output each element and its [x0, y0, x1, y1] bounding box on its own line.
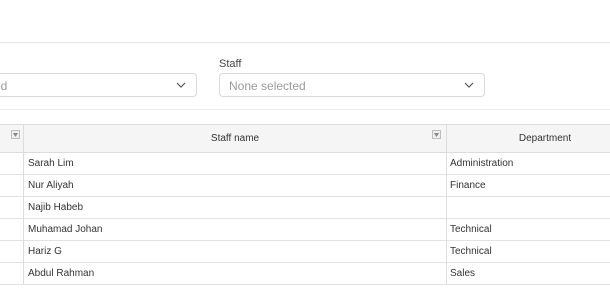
staff-name-cell: Sarah Lim — [28, 158, 74, 169]
staff-select[interactable]: None selected — [219, 73, 485, 97]
staff-filter-label: Staff — [219, 58, 242, 70]
header-divider — [0, 42, 610, 43]
table-row[interactable]: Sarah Lim Administration — [0, 153, 610, 175]
chevron-down-icon — [176, 82, 186, 88]
staff-name-cell: Nur Aliyah — [28, 180, 74, 191]
staff-select-value: None selected — [229, 79, 306, 93]
staff-name-filter-button[interactable] — [432, 130, 441, 139]
column-divider — [446, 124, 447, 285]
column-header-department[interactable]: Department — [446, 133, 610, 144]
table-row[interactable]: Nur Aliyah Finance — [0, 175, 610, 197]
staff-name-cell: Abdul Rahman — [28, 268, 95, 279]
chevron-down-icon — [464, 82, 474, 88]
department-cell: Finance — [450, 180, 486, 191]
staff-name-cell: Muhamad Johan — [28, 224, 103, 235]
column-filter-button[interactable] — [11, 130, 20, 139]
table-row[interactable]: Abdul Rahman Sales — [0, 263, 610, 285]
column-divider — [23, 124, 24, 285]
staff-name-cell: Najib Habeb — [28, 202, 84, 213]
staff-name-cell: Hariz G — [28, 246, 62, 257]
filter-select-left[interactable]: ed — [0, 73, 197, 97]
department-cell: Technical — [450, 246, 492, 257]
filter-divider — [0, 109, 610, 110]
filter-dropdown-icon — [13, 133, 18, 137]
column-header-staff-name[interactable]: Staff name — [24, 133, 446, 144]
department-cell: Technical — [450, 224, 492, 235]
filter-dropdown-icon — [434, 133, 439, 137]
table-row[interactable]: Najib Habeb — [0, 197, 610, 219]
department-cell: Sales — [450, 268, 476, 279]
table-row[interactable]: Hariz G Technical — [0, 241, 610, 263]
department-cell: Administration — [450, 158, 514, 169]
table-row[interactable]: Muhamad Johan Technical — [0, 219, 610, 241]
filter-select-left-value: ed — [0, 79, 8, 93]
table-header: Staff name Department — [0, 124, 610, 153]
